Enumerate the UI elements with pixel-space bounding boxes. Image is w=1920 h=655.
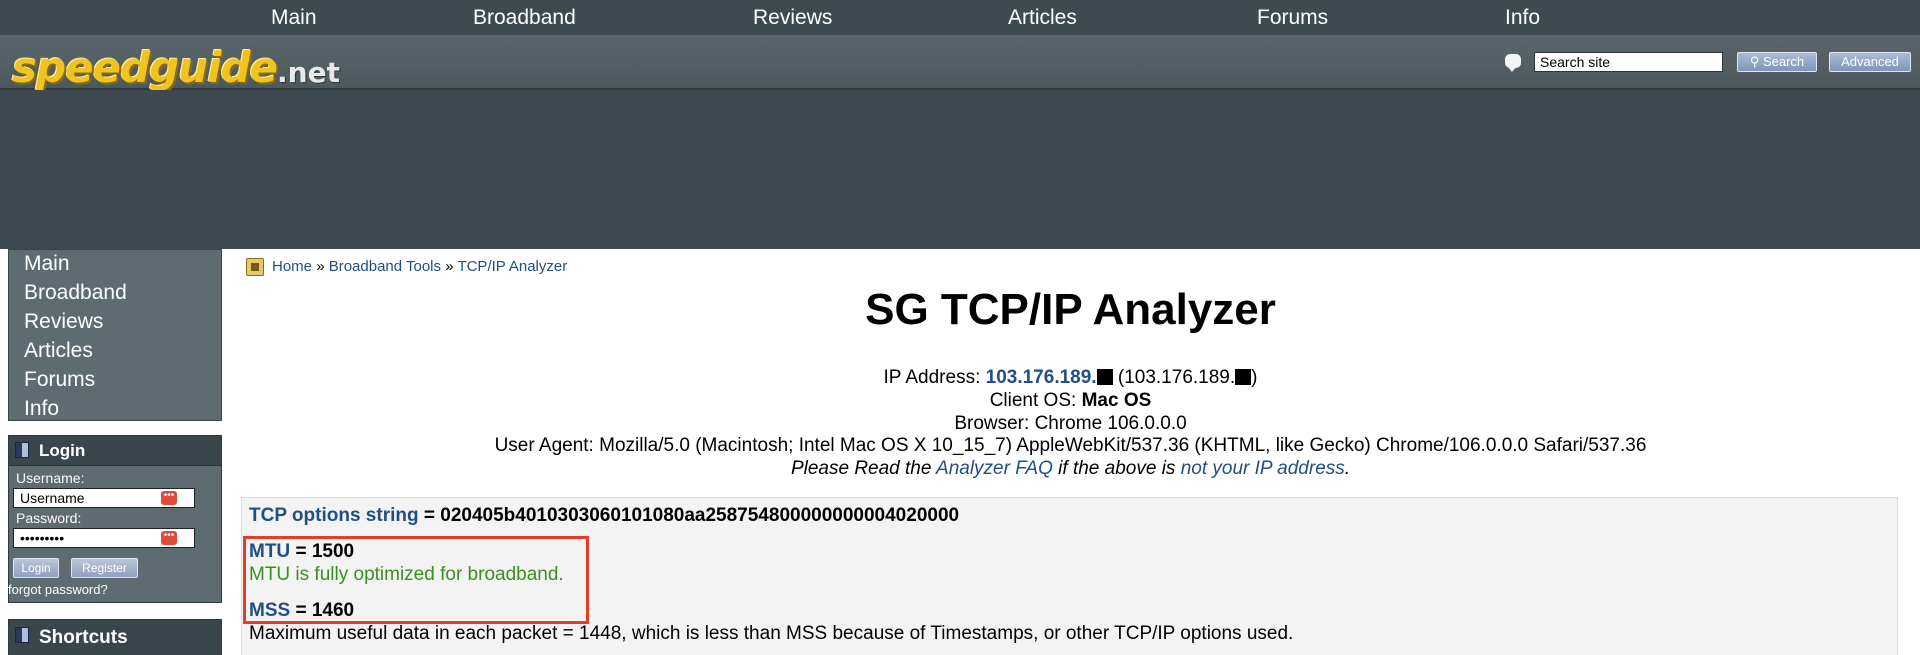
logo-suffix: .net [277, 56, 340, 89]
logo-text: speedguide [12, 43, 278, 92]
analyzer-faq-link[interactable]: Analyzer FAQ [936, 458, 1053, 479]
tcp-options-value: 020405b4010303060101080aa258754800000000… [440, 505, 960, 526]
search-icon: ⚲ [1749, 54, 1760, 69]
password-manager-icon[interactable]: ••• [161, 531, 177, 545]
tcp-options-link[interactable]: TCP options string [249, 505, 419, 526]
client-os-line: Client OS: Mac OS [228, 390, 1913, 412]
redaction-box [1096, 369, 1113, 385]
panel-icon [15, 627, 29, 643]
advanced-search-button[interactable]: Advanced [1829, 52, 1911, 72]
main-content: Home » Broadband Tools » TCP/IP Analyzer… [228, 249, 1920, 655]
highlight-box [243, 536, 589, 624]
top-nav-reviews[interactable]: Reviews [753, 6, 832, 30]
register-button[interactable]: Register [71, 558, 138, 578]
redaction-box [1235, 369, 1252, 385]
shortcuts-panel: Shortcuts [8, 619, 222, 655]
top-nav-forums[interactable]: Forums [1257, 6, 1328, 30]
password-manager-icon[interactable]: ••• [161, 491, 177, 505]
top-nav-articles[interactable]: Articles [1008, 6, 1077, 30]
page-title: SG TCP/IP Analyzer [865, 285, 1276, 334]
breadcrumb-broadband-tools[interactable]: Broadband Tools [329, 258, 441, 275]
breadcrumb-separator: » [445, 258, 454, 275]
ip-label: IP Address: [883, 367, 981, 388]
login-header: Login [9, 436, 221, 466]
not-your-ip-link[interactable]: not your IP address [1181, 458, 1345, 479]
search-input[interactable] [1534, 52, 1723, 72]
browser-line: Browser: Chrome 106.0.0.0 [954, 413, 1187, 434]
faq-middle: if the above is [1058, 458, 1176, 479]
site-logo[interactable]: speedguide.net [12, 43, 340, 92]
sidebar: Main Broadband Reviews Articles Forums I… [0, 249, 228, 655]
user-agent-line: User Agent: Mozilla/5.0 (Macintosh; Inte… [494, 435, 1647, 456]
top-nav: Main Broadband Reviews Articles Forums I… [0, 0, 1920, 35]
login-title: Login [39, 441, 86, 460]
side-nav-broadband[interactable]: Broadband [24, 281, 127, 305]
chat-icon[interactable] [1505, 54, 1521, 72]
home-icon [246, 258, 264, 276]
username-label: Username: [16, 470, 85, 486]
shortcuts-title: Shortcuts [39, 627, 128, 648]
forgot-password-link[interactable]: forgot password? [8, 582, 108, 597]
os-label: Client OS: [989, 390, 1077, 411]
tcp-options-line: TCP options string = 020405b401030306010… [249, 505, 959, 527]
ip-address-line: IP Address: 103.176.189. (103.176.189.) [228, 367, 1913, 389]
side-nav: Main Broadband Reviews Articles Forums I… [8, 249, 222, 421]
side-nav-reviews[interactable]: Reviews [24, 310, 103, 334]
breadcrumb: Home » Broadband Tools » TCP/IP Analyzer [272, 258, 567, 275]
search-button-label: Search [1762, 54, 1805, 69]
breadcrumb-current[interactable]: TCP/IP Analyzer [457, 258, 567, 275]
ad-banner-area [0, 90, 1920, 249]
top-nav-main[interactable]: Main [271, 6, 317, 30]
side-nav-main[interactable]: Main [24, 252, 70, 276]
breadcrumb-home[interactable]: Home [272, 258, 312, 275]
ip-paren-open: (103.176.189. [1117, 367, 1236, 388]
login-button[interactable]: Login [13, 558, 59, 578]
mss-note: Maximum useful data in each packet = 144… [249, 623, 1294, 644]
ip-value: 103.176.189. [985, 367, 1097, 388]
equals-sign: = [423, 505, 435, 526]
os-value: Mac OS [1081, 390, 1152, 411]
faq-line: Please Read the Analyzer FAQ if the abov… [228, 458, 1913, 480]
panel-icon [15, 442, 29, 458]
side-nav-info[interactable]: Info [24, 397, 59, 421]
side-nav-articles[interactable]: Articles [24, 339, 93, 363]
breadcrumb-separator: » [316, 258, 325, 275]
faq-end: . [1344, 458, 1351, 479]
shortcuts-header[interactable]: Shortcuts [9, 620, 221, 655]
top-nav-info[interactable]: Info [1505, 6, 1540, 30]
faq-prefix: Please Read the [790, 458, 932, 479]
ip-address-link[interactable]: 103.176.189. [986, 367, 1113, 388]
top-nav-broadband[interactable]: Broadband [473, 6, 576, 30]
password-label: Password: [16, 510, 82, 526]
ip-paren-close: ) [1251, 367, 1258, 388]
search-button[interactable]: ⚲ Search [1737, 52, 1817, 72]
side-nav-forums[interactable]: Forums [24, 368, 95, 392]
